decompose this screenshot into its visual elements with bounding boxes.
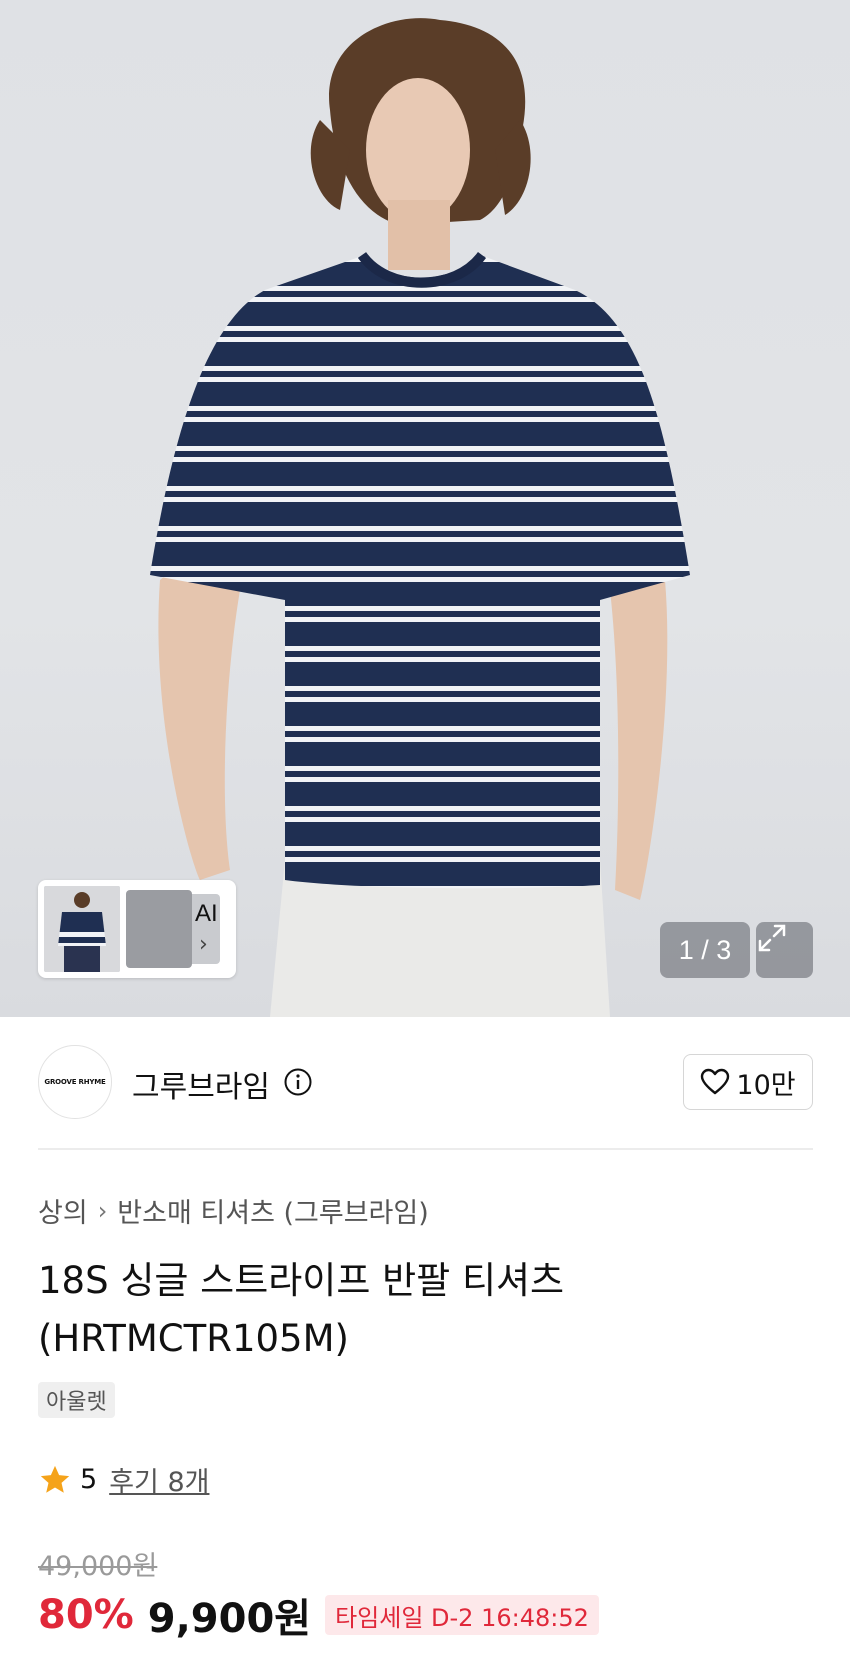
breadcrumb-subcategory[interactable]: 반소매 티셔츠 (그루브라임): [117, 1191, 428, 1230]
rating-value: 5: [80, 1464, 98, 1495]
chevron-right-icon: ›: [199, 932, 208, 957]
brand-name[interactable]: 그루브라임: [132, 1062, 270, 1106]
like-button[interactable]: 10만: [683, 1054, 813, 1110]
review-link[interactable]: 후기 8개: [109, 1460, 209, 1499]
brand-logo[interactable]: GROOVE RHYME: [38, 1045, 112, 1119]
thumbnail-active[interactable]: [42, 884, 122, 974]
expand-button[interactable]: [756, 922, 813, 978]
breadcrumb: 상의 › 반소매 티셔츠 (그루브라임): [38, 1191, 429, 1230]
star-icon: [40, 1465, 70, 1493]
ai-label: AI: [195, 900, 218, 927]
info-icon[interactable]: [283, 1067, 313, 1097]
thumbnail[interactable]: [126, 890, 192, 968]
like-count: 10만: [736, 1069, 796, 1101]
brand-logo-text: GROOVE RHYME: [44, 1078, 106, 1086]
product-title: 18S 싱글 스트라이프 반팔 티셔츠 (HRTMCTR105M): [38, 1259, 565, 1360]
ai-lookbook-strip[interactable]: AI ›: [38, 880, 236, 978]
rating-row: 5 후기 8개: [38, 1460, 209, 1499]
price-row: 80% 9,900원 타임세일 D-2 16:48:52: [38, 1586, 599, 1644]
original-price: 49,000원: [38, 1551, 158, 1582]
chevron-right-icon: ›: [97, 1196, 108, 1225]
timesale-badge: 타임세일 D-2 16:48:52: [325, 1595, 599, 1635]
sale-price: 9,900원: [147, 1596, 312, 1642]
expand-icon: [758, 924, 786, 952]
model-photo: [150, 18, 690, 1017]
image-counter: 1 / 3: [660, 922, 750, 978]
heart-icon: [701, 1068, 730, 1095]
outlet-badge: 아울렛: [38, 1382, 115, 1418]
breadcrumb-category[interactable]: 상의: [38, 1191, 88, 1230]
discount-rate: 80%: [38, 1592, 134, 1638]
product-image[interactable]: AI › 1 / 3: [0, 0, 850, 1017]
divider: [38, 1148, 813, 1150]
